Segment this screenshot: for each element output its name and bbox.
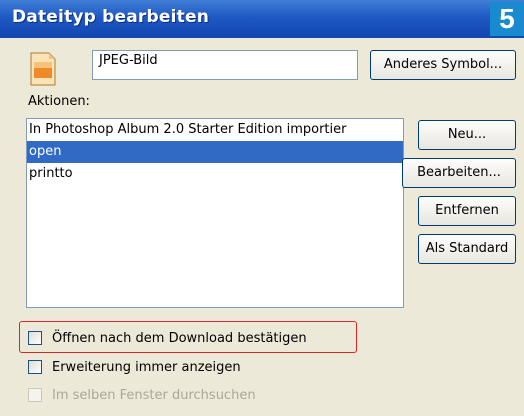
- file-type-name-field[interactable]: JPEG-Bild: [92, 50, 358, 80]
- remove-button[interactable]: Entfernen: [418, 196, 516, 226]
- show-extension-label: Erweiterung immer anzeigen: [52, 359, 241, 375]
- action-item[interactable]: printto: [27, 163, 403, 185]
- step-badge: 5: [490, 2, 524, 36]
- confirm-open-option[interactable]: Öffnen nach dem Download bestätigen: [28, 328, 307, 348]
- same-window-label: Im selben Fenster durchsuchen: [52, 387, 256, 403]
- confirm-open-label: Öffnen nach dem Download bestätigen: [52, 330, 307, 346]
- actions-label: Aktionen:: [28, 94, 90, 109]
- action-item-selected[interactable]: open: [27, 141, 403, 163]
- change-icon-button[interactable]: Anderes Symbol...: [370, 50, 516, 80]
- action-item[interactable]: In Photoshop Album 2.0 Starter Edition i…: [27, 119, 403, 141]
- actions-list[interactable]: In Photoshop Album 2.0 Starter Edition i…: [26, 118, 404, 308]
- edit-button[interactable]: Bearbeiten...: [402, 158, 516, 188]
- window-title: Dateityp bearbeiten: [12, 7, 210, 27]
- new-button[interactable]: Neu...: [418, 120, 516, 150]
- same-window-option: Im selben Fenster durchsuchen: [28, 385, 256, 405]
- title-bar[interactable]: Dateityp bearbeiten 5: [0, 0, 524, 38]
- set-default-button[interactable]: Als Standard: [418, 234, 516, 264]
- jpeg-file-icon: [30, 52, 56, 86]
- show-extension-option[interactable]: Erweiterung immer anzeigen: [28, 357, 241, 377]
- same-window-checkbox: [28, 388, 42, 402]
- show-extension-checkbox[interactable]: [28, 360, 42, 374]
- confirm-open-checkbox[interactable]: [28, 331, 42, 345]
